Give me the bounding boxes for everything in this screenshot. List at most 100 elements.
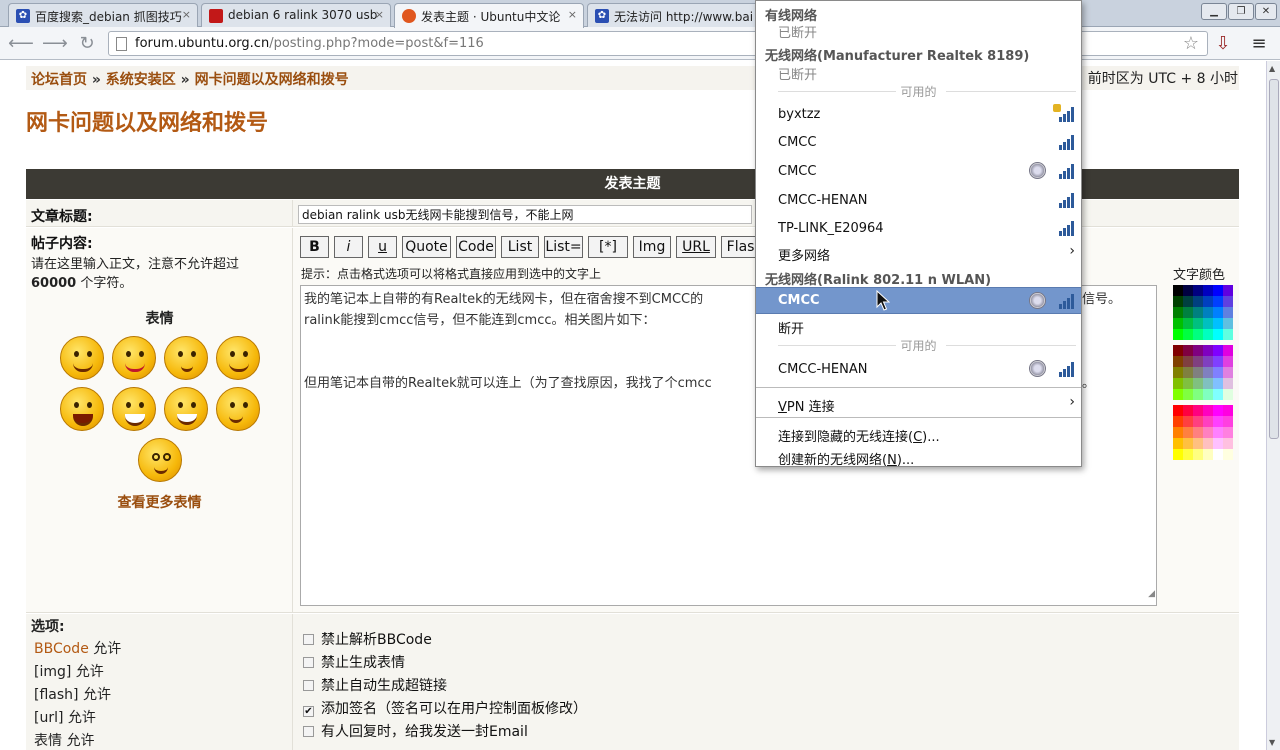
option-disable-bbcode[interactable]: 禁止解析BBCode	[303, 629, 432, 649]
color-swatch[interactable]	[1183, 296, 1193, 307]
more-smilies-link[interactable]: 查看更多表情	[26, 492, 293, 512]
option-attach-signature[interactable]: ✔ 添加签名（签名可以在用户控制面板修改）	[303, 698, 587, 718]
color-swatch[interactable]	[1203, 367, 1213, 378]
color-swatch[interactable]	[1213, 345, 1223, 356]
color-swatch[interactable]	[1193, 356, 1203, 367]
network-item-cmcc-adhoc[interactable]: CMCC	[756, 160, 1081, 182]
back-arrow-icon[interactable]: ⟵	[8, 33, 34, 55]
network-item-cmcc-henan[interactable]: CMCC-HENAN	[756, 189, 1081, 211]
list-item-button[interactable]: [*]	[588, 236, 628, 258]
color-swatch[interactable]	[1223, 389, 1233, 400]
network-item-cmcc-connected[interactable]: CMCC	[756, 287, 1081, 314]
color-swatch[interactable]	[1173, 318, 1183, 329]
color-swatch[interactable]	[1223, 318, 1233, 329]
color-swatch[interactable]	[1173, 405, 1183, 416]
close-icon[interactable]: ×	[182, 8, 191, 21]
checkbox[interactable]	[303, 726, 314, 737]
color-swatch[interactable]	[1193, 405, 1203, 416]
restore-button[interactable]: ❐	[1228, 3, 1254, 20]
create-new-network-item[interactable]: 创建新的无线网络(N)...	[756, 445, 1081, 468]
color-swatch[interactable]	[1213, 318, 1223, 329]
color-swatch[interactable]	[1183, 307, 1193, 318]
reload-icon[interactable]: ↻	[76, 33, 98, 55]
smiley-crying-laugh-icon[interactable]	[60, 387, 104, 431]
quote-button[interactable]: Quote	[402, 236, 451, 258]
color-swatch[interactable]	[1213, 356, 1223, 367]
checkbox[interactable]	[303, 657, 314, 668]
checkbox-checked[interactable]: ✔	[303, 706, 314, 717]
code-button[interactable]: Code	[456, 236, 496, 258]
smiley-thinking-icon[interactable]	[216, 387, 260, 431]
smiley-icon[interactable]	[60, 336, 104, 380]
color-swatch[interactable]	[1193, 345, 1203, 356]
connect-hidden-item[interactable]: 连接到隐藏的无线连接(C)...	[756, 422, 1081, 445]
color-swatch[interactable]	[1183, 329, 1193, 340]
color-swatch[interactable]	[1223, 345, 1233, 356]
color-swatch[interactable]	[1193, 307, 1203, 318]
subject-input[interactable]	[298, 205, 752, 224]
breadcrumb-home[interactable]: 论坛首页	[31, 72, 87, 88]
option-notify-reply[interactable]: 有人回复时，给我发送一封Email	[303, 721, 528, 741]
color-swatch[interactable]	[1193, 378, 1203, 389]
color-swatch[interactable]	[1223, 416, 1233, 427]
more-networks-item[interactable]: 更多网络 ›	[756, 241, 1081, 264]
color-swatch[interactable]	[1173, 345, 1183, 356]
color-swatch[interactable]	[1173, 367, 1183, 378]
color-swatch[interactable]	[1173, 378, 1183, 389]
color-swatch[interactable]	[1203, 285, 1213, 296]
color-swatch[interactable]	[1203, 416, 1213, 427]
color-swatch[interactable]	[1183, 438, 1193, 449]
color-swatch[interactable]	[1173, 438, 1183, 449]
color-swatch[interactable]	[1213, 389, 1223, 400]
color-swatch[interactable]	[1213, 438, 1223, 449]
color-swatch[interactable]	[1183, 345, 1193, 356]
color-swatch[interactable]	[1223, 329, 1233, 340]
color-palette[interactable]	[1173, 285, 1233, 465]
img-button[interactable]: Img	[633, 236, 671, 258]
option-disable-smilies[interactable]: 禁止生成表情	[303, 652, 405, 672]
smiley-grin-icon[interactable]	[164, 387, 208, 431]
color-swatch[interactable]	[1223, 356, 1233, 367]
color-swatch[interactable]	[1193, 449, 1203, 460]
color-swatch[interactable]	[1203, 389, 1213, 400]
close-icon[interactable]: ×	[568, 8, 577, 21]
menu-icon[interactable]: ≡	[1248, 33, 1270, 55]
color-swatch[interactable]	[1193, 329, 1203, 340]
smiley-dizzy-icon[interactable]	[138, 438, 182, 482]
color-swatch[interactable]	[1173, 416, 1183, 427]
color-swatch[interactable]	[1203, 307, 1213, 318]
italic-button[interactable]: i	[334, 236, 363, 258]
bold-button[interactable]: B	[300, 236, 329, 258]
url-button[interactable]: URL	[676, 236, 716, 258]
smiley-shy-icon[interactable]	[164, 336, 208, 380]
minimize-button[interactable]: ▁	[1201, 3, 1227, 20]
color-swatch[interactable]	[1203, 356, 1213, 367]
color-swatch[interactable]	[1203, 449, 1213, 460]
color-swatch[interactable]	[1203, 427, 1213, 438]
network-item-byxtzz[interactable]: byxtzz	[756, 103, 1081, 125]
color-swatch[interactable]	[1223, 405, 1233, 416]
color-swatch[interactable]	[1183, 285, 1193, 296]
color-swatch[interactable]	[1193, 318, 1203, 329]
color-swatch[interactable]	[1223, 307, 1233, 318]
color-swatch[interactable]	[1203, 318, 1213, 329]
color-swatch[interactable]	[1223, 427, 1233, 438]
underline-button[interactable]: u	[368, 236, 397, 258]
bookmark-star-icon[interactable]: ☆	[1183, 33, 1199, 54]
color-swatch[interactable]	[1223, 296, 1233, 307]
list-ordered-button[interactable]: List=	[544, 236, 583, 258]
network-item-cmcc-henan-2[interactable]: CMCC-HENAN	[756, 358, 1081, 380]
color-swatch[interactable]	[1183, 378, 1193, 389]
page-title[interactable]: 网卡问题以及网络和拨号	[26, 105, 268, 137]
network-item-cmcc[interactable]: CMCC	[756, 131, 1081, 153]
color-swatch[interactable]	[1223, 378, 1233, 389]
color-swatch[interactable]	[1203, 345, 1213, 356]
color-swatch[interactable]	[1203, 296, 1213, 307]
color-swatch[interactable]	[1183, 356, 1193, 367]
color-swatch[interactable]	[1193, 416, 1203, 427]
color-swatch[interactable]	[1183, 367, 1193, 378]
color-swatch[interactable]	[1183, 427, 1193, 438]
color-swatch[interactable]	[1193, 427, 1203, 438]
close-icon[interactable]: ×	[375, 8, 384, 21]
tab-cannot-access[interactable]: ✿ 无法访问 http://www.bai ×	[587, 3, 777, 27]
